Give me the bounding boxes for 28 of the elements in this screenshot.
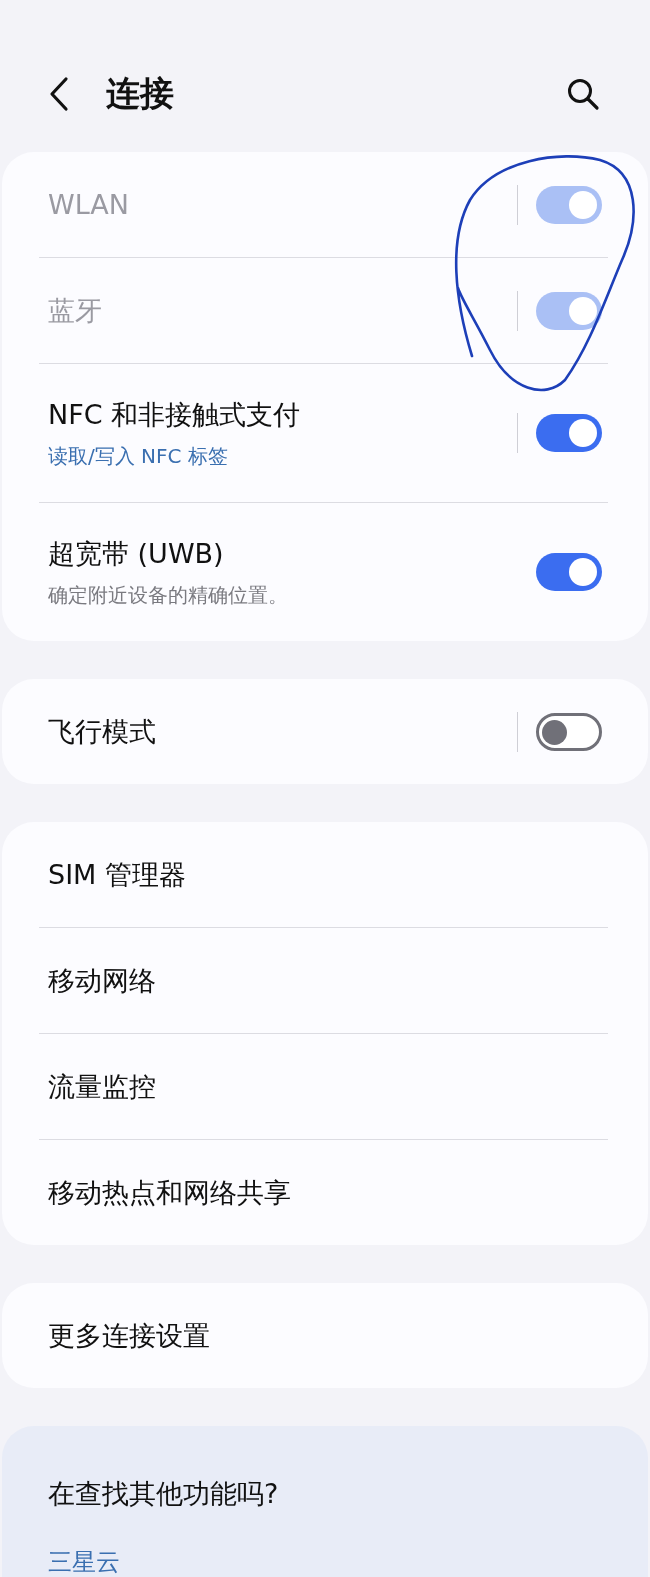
setting-label: 移动网络 <box>48 963 157 998</box>
toggle-switch[interactable] <box>536 414 602 452</box>
setting-label: SIM 管理器 <box>48 857 187 892</box>
setting-label: 飞行模式 <box>48 714 157 749</box>
nfc-tag-link[interactable]: 读取/写入 NFC 标签 <box>48 442 517 470</box>
suggestion-title: 在查找其他功能吗? <box>48 1477 280 1511</box>
toggle-switch[interactable] <box>536 712 602 751</box>
setting-label: 蓝牙 <box>48 293 103 328</box>
setting-row[interactable]: SIM 管理器 <box>2 822 648 927</box>
setting-row[interactable]: 移动网络 <box>2 928 648 1033</box>
setting-row[interactable]: 移动热点和网络共享 <box>2 1140 648 1245</box>
setting-row[interactable]: 飞行模式 <box>2 679 648 784</box>
setting-row[interactable]: NFC 和非接触式支付 读取/写入 NFC 标签 <box>2 364 648 502</box>
back-icon[interactable] <box>48 76 70 112</box>
setting-label: 更多连接设置 <box>48 1318 211 1353</box>
setting-label: 移动热点和网络共享 <box>48 1175 292 1210</box>
toggle-switch[interactable] <box>536 553 602 591</box>
setting-row[interactable]: 更多连接设置 <box>2 1283 648 1388</box>
setting-description: 确定附近设备的精确位置。 <box>48 581 289 609</box>
setting-row[interactable]: 流量监控 <box>2 1034 648 1139</box>
setting-label: NFC 和非接触式支付 <box>48 397 302 432</box>
setting-label: 流量监控 <box>48 1069 157 1104</box>
search-icon[interactable] <box>566 77 600 111</box>
setting-label: 超宽带 (UWB) <box>48 536 225 571</box>
setting-row[interactable]: 超宽带 (UWB) 确定附近设备的精确位置。 <box>2 503 648 641</box>
page-title: 连接 <box>106 72 175 115</box>
samsung-cloud-link[interactable]: 三星云 <box>48 1546 602 1577</box>
setting-label: WLAN <box>48 189 131 220</box>
